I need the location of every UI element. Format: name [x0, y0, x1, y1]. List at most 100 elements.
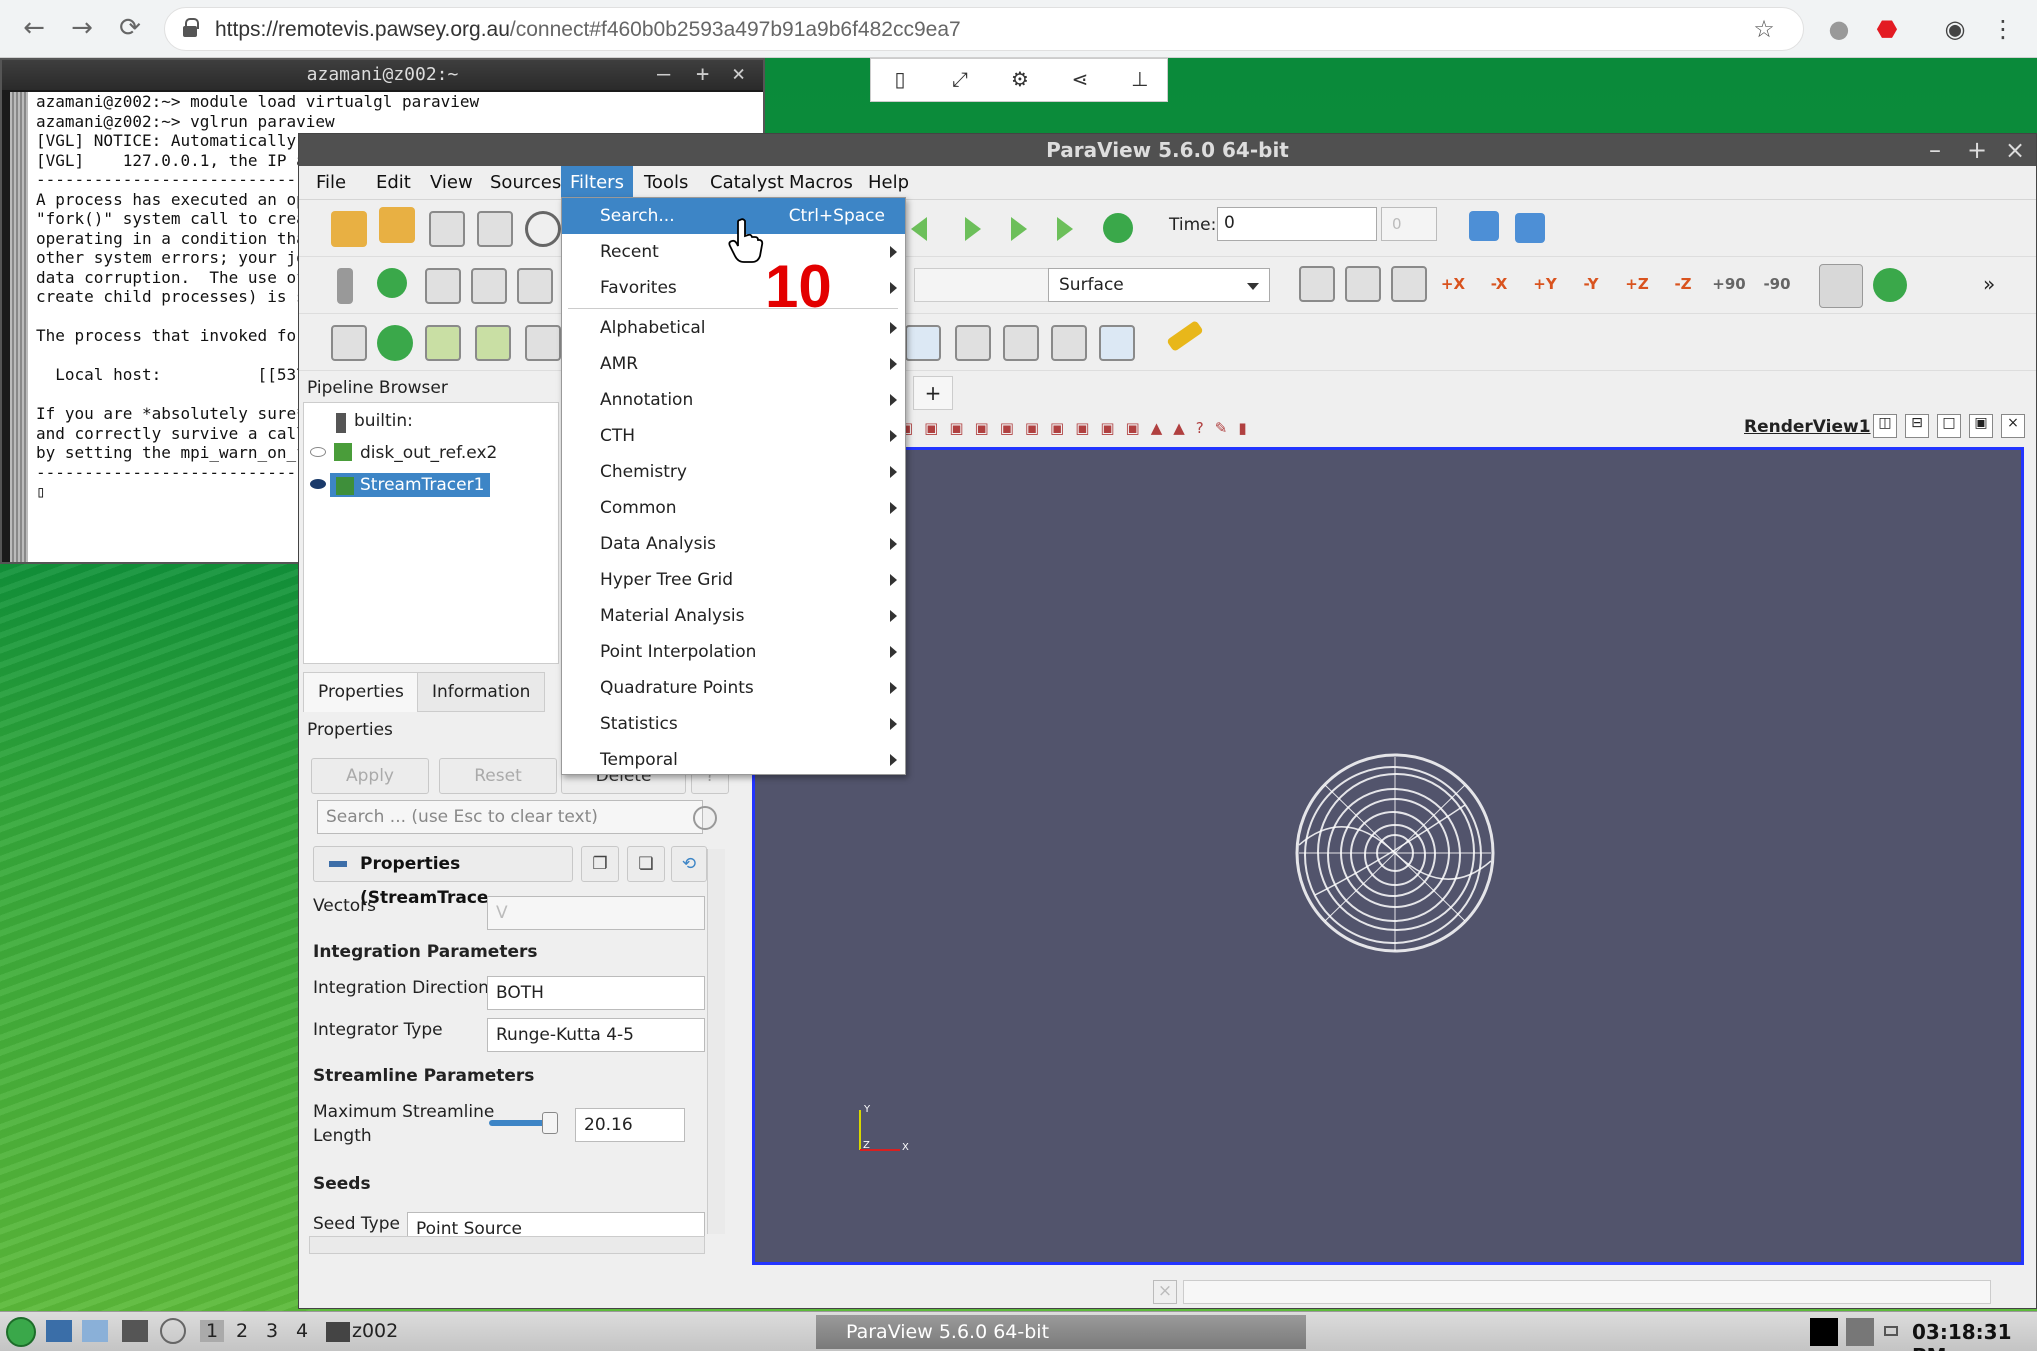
slider-handle[interactable]	[542, 1112, 558, 1134]
variable-combo[interactable]	[914, 268, 1050, 302]
more-menu-icon[interactable]: ⋮	[1986, 12, 2020, 46]
reload-icon[interactable]: ⟳	[112, 10, 148, 46]
mail-icon[interactable]	[1884, 1326, 1898, 1336]
filters-alphabetical-item[interactable]: Alphabetical	[562, 310, 905, 346]
filters-amr-item[interactable]: AMR	[562, 346, 905, 382]
view-minus-z-button[interactable]: -Z	[1663, 264, 1703, 304]
extension-icon[interactable]: ●	[1822, 12, 1856, 46]
properties-search-input[interactable]: Search ... (use Esc to clear text)	[317, 800, 703, 834]
reload-icon[interactable]: ⟲	[671, 846, 707, 882]
max-streamline-length-input[interactable]: 20.16	[575, 1108, 685, 1142]
toolbar-overflow-icon[interactable]: »	[1983, 272, 1995, 296]
menu-macros[interactable]: Macros	[780, 166, 862, 200]
zoom-to-data-icon[interactable]	[1345, 266, 1381, 302]
share-icon[interactable]: ⋖	[1065, 67, 1095, 95]
show-desktop-icon[interactable]	[46, 1320, 72, 1342]
apply-button[interactable]: Apply	[311, 758, 429, 794]
stop-icon[interactable]: ×	[1153, 1280, 1177, 1304]
vectors-select[interactable]: V	[487, 896, 705, 930]
open-recent-icon[interactable]	[379, 207, 415, 243]
pin-icon[interactable]: ⊥	[1125, 67, 1155, 95]
terminal-launcher-icon[interactable]	[122, 1320, 148, 1342]
warp-vector-icon[interactable]	[1051, 325, 1087, 361]
split-horizontal-icon[interactable]: ◫	[1873, 414, 1897, 438]
pipeline-item-streamtracer[interactable]: StreamTracer1	[330, 473, 491, 497]
connect-icon[interactable]	[525, 211, 561, 247]
contour-icon[interactable]	[377, 325, 413, 361]
maximize-view-icon[interactable]: □	[1937, 414, 1961, 438]
gear-icon[interactable]	[693, 806, 717, 830]
forward-icon[interactable]: →	[64, 10, 100, 46]
menu-sources[interactable]: Sources	[481, 166, 570, 200]
glyph-icon[interactable]	[955, 325, 991, 361]
terminal-scrollbar[interactable]	[10, 92, 28, 562]
back-icon[interactable]: ←	[16, 10, 52, 46]
restore-view-icon[interactable]: ▣	[1969, 414, 1993, 438]
browser-launcher-icon[interactable]	[160, 1318, 186, 1344]
toggle-color-legend-icon[interactable]	[337, 268, 353, 304]
tab-information[interactable]: Information	[417, 672, 546, 712]
workspace-1[interactable]: 1	[200, 1320, 225, 1342]
view-plus-x-button[interactable]: +X	[1433, 264, 1473, 304]
ruler-icon[interactable]	[1166, 319, 1204, 353]
render-view-title[interactable]: RenderView1	[1744, 417, 1871, 437]
loop-icon[interactable]	[1103, 213, 1133, 243]
paste-icon[interactable]: ❏	[627, 846, 665, 882]
view-plus-z-button[interactable]: +Z	[1617, 264, 1657, 304]
clipboard-icon[interactable]: ▯	[885, 67, 915, 95]
file-manager-icon[interactable]	[82, 1320, 108, 1342]
fullscreen-icon[interactable]: ⤢	[945, 67, 975, 95]
render-view[interactable]: Y X Z	[752, 447, 2024, 1265]
eye-hidden-icon[interactable]	[310, 447, 326, 457]
view-minus-x-button[interactable]: -X	[1479, 264, 1519, 304]
minimize-icon[interactable]: –	[1929, 134, 1941, 166]
stream-tracer-icon[interactable]	[1003, 325, 1039, 361]
reset-center-icon[interactable]	[1873, 268, 1907, 302]
close-icon[interactable]: ×	[732, 60, 745, 90]
menu-catalyst[interactable]: Catalyst	[701, 166, 793, 200]
add-query-icon[interactable]	[1515, 213, 1545, 243]
first-frame-icon[interactable]	[911, 217, 927, 241]
save-state-icon[interactable]	[477, 211, 513, 247]
menu-tools[interactable]: Tools	[635, 166, 697, 200]
pipeline-item-disk-out-ref[interactable]: disk_out_ref.ex2	[360, 443, 497, 463]
rescale-custom-icon[interactable]	[471, 268, 507, 304]
pipeline-browser[interactable]: builtin: disk_out_ref.ex2 StreamTracer1	[303, 402, 559, 664]
filters-quadrature-points-item[interactable]: Quadrature Points	[562, 670, 905, 706]
filters-statistics-item[interactable]: Statistics	[562, 706, 905, 742]
reset-button[interactable]: Reset	[439, 758, 557, 794]
maximize-icon[interactable]: +	[696, 60, 709, 90]
open-folder-icon[interactable]	[331, 211, 367, 247]
address-bar[interactable]: https://remotevis.pawsey.org.au/connect#…	[164, 7, 1804, 51]
filters-data-analysis-item[interactable]: Data Analysis	[562, 526, 905, 562]
time-index-spinbox[interactable]: 0	[1381, 207, 1437, 241]
menu-edit[interactable]: Edit	[367, 166, 420, 200]
time-input[interactable]: 0	[1217, 207, 1377, 241]
rescale-icon[interactable]	[425, 268, 461, 304]
start-menu-icon[interactable]	[6, 1317, 36, 1347]
play-icon[interactable]	[965, 217, 981, 241]
workspace-2[interactable]: 2	[236, 1320, 248, 1342]
reset-camera-icon[interactable]	[1299, 266, 1335, 302]
tab-properties[interactable]: Properties	[303, 672, 419, 712]
filters-favorites-item[interactable]: Favorites	[562, 270, 905, 306]
bookmark-star-icon[interactable]: ☆	[1747, 12, 1781, 46]
menu-file[interactable]: File	[307, 166, 355, 200]
filters-common-item[interactable]: Common	[562, 490, 905, 526]
representation-combo[interactable]: Surface	[1048, 268, 1270, 302]
view-minus-y-button[interactable]: -Y	[1571, 264, 1611, 304]
filters-annotation-item[interactable]: Annotation	[562, 382, 905, 418]
filters-material-analysis-item[interactable]: Material Analysis	[562, 598, 905, 634]
new-tab-button[interactable]: +	[913, 376, 953, 410]
integration-direction-select[interactable]: BOTH	[487, 976, 705, 1010]
pipeline-item-builtin[interactable]: builtin:	[354, 411, 413, 431]
find-data-icon[interactable]	[1469, 211, 1499, 241]
taskbar-paraview-task[interactable]: ParaView 5.6.0 64-bit	[816, 1315, 1306, 1349]
zoom-to-box-icon[interactable]	[1391, 266, 1427, 302]
workspace-3[interactable]: 3	[266, 1320, 278, 1342]
rescale-visible-icon[interactable]	[517, 268, 553, 304]
threshold-icon[interactable]	[525, 325, 561, 361]
next-frame-icon[interactable]	[1011, 217, 1027, 241]
edit-colormap-icon[interactable]	[377, 268, 407, 298]
calculator-icon[interactable]	[331, 325, 367, 361]
